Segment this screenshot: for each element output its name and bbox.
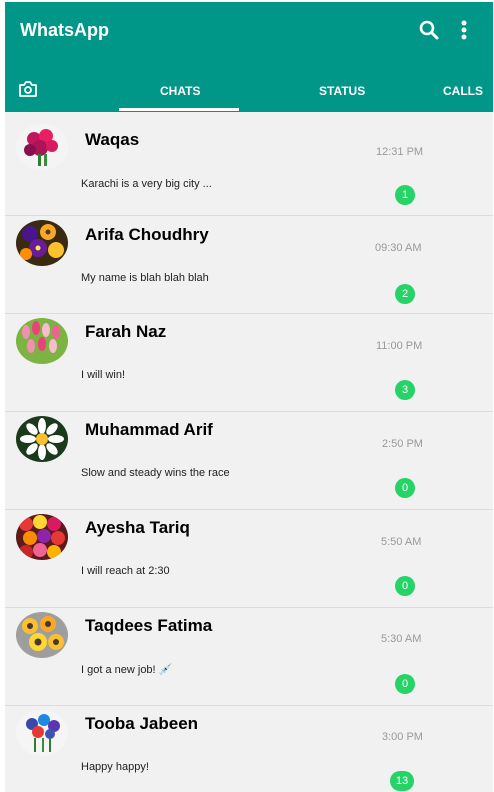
avatar[interactable] [16,318,68,364]
app-header: WhatsApp CHATS STATUS CALLS [5,2,493,112]
unread-badge: 1 [395,185,415,205]
chat-item[interactable]: Muhammad Arif Slow and steady wins the r… [5,411,493,510]
chat-time: 12:31 PM [376,146,424,158]
chat-last-message: Karachi is a very big city ... [81,178,212,190]
avatar[interactable] [16,124,68,170]
chat-last-message: Slow and steady wins the race [81,467,230,479]
chat-name: Taqdees Fatima [85,616,213,635]
unread-badge: 3 [395,380,415,400]
unread-badge: 2 [395,284,415,304]
avatar[interactable] [16,514,68,560]
avatar[interactable] [16,220,68,266]
chat-item[interactable]: Arifa Choudhry My name is blah blah blah… [5,215,493,314]
unread-badge: 0 [395,576,415,596]
tab-calls[interactable]: CALLS [443,84,483,98]
unread-badge: 0 [395,478,415,498]
chat-time: 09:30 AM [375,242,422,254]
chat-name: Farah Naz [85,322,167,341]
chat-name: Waqas [85,130,140,149]
chat-item[interactable]: Waqas Karachi is a very big city ... 12:… [5,117,493,216]
chat-name: Muhammad Arif [85,420,213,439]
tab-chats[interactable]: CHATS [160,84,200,98]
chat-time: 2:50 PM [382,438,423,450]
chat-last-message: My name is blah blah blah [81,272,209,284]
more-vert-icon[interactable] [453,18,477,42]
chat-last-message: I got a new job! 💉 [81,664,173,676]
active-tab-indicator [119,108,239,111]
chat-time: 5:50 AM [381,536,422,548]
avatar[interactable] [16,710,68,756]
chat-name: Tooba Jabeen [85,714,199,733]
avatar[interactable] [16,612,68,658]
chat-last-message: I will reach at 2:30 [81,565,170,577]
chat-item[interactable]: Taqdees Fatima I got a new job! 💉 5:30 A… [5,607,493,706]
chat-last-message: I will win! [81,369,126,381]
chat-time: 3:00 PM [382,731,423,743]
chat-item[interactable]: Ayesha Tariq I will reach at 2:30 5:50 A… [5,509,493,608]
avatar[interactable] [16,416,68,462]
chat-time: 11:00 PM [376,340,423,352]
tab-status[interactable]: STATUS [319,84,365,98]
chat-item[interactable]: Farah Naz I will win! 11:00 PM 3 [5,313,493,412]
chat-name: Ayesha Tariq [85,518,190,537]
search-icon[interactable] [417,18,441,42]
app-title: WhatsApp [20,20,109,40]
camera-icon[interactable] [18,80,38,98]
whatsapp-app: WhatsApp CHATS STATUS CALLS Waqas Karach… [5,2,493,792]
unread-badge: 0 [395,674,415,694]
chat-time: 5:30 AM [381,633,422,645]
chat-name: Arifa Choudhry [85,225,209,244]
chat-last-message: Happy happy! [81,761,149,773]
unread-badge: 13 [390,771,414,791]
chat-item[interactable]: Tooba Jabeen Happy happy! 3:00 PM 13 [5,705,493,792]
